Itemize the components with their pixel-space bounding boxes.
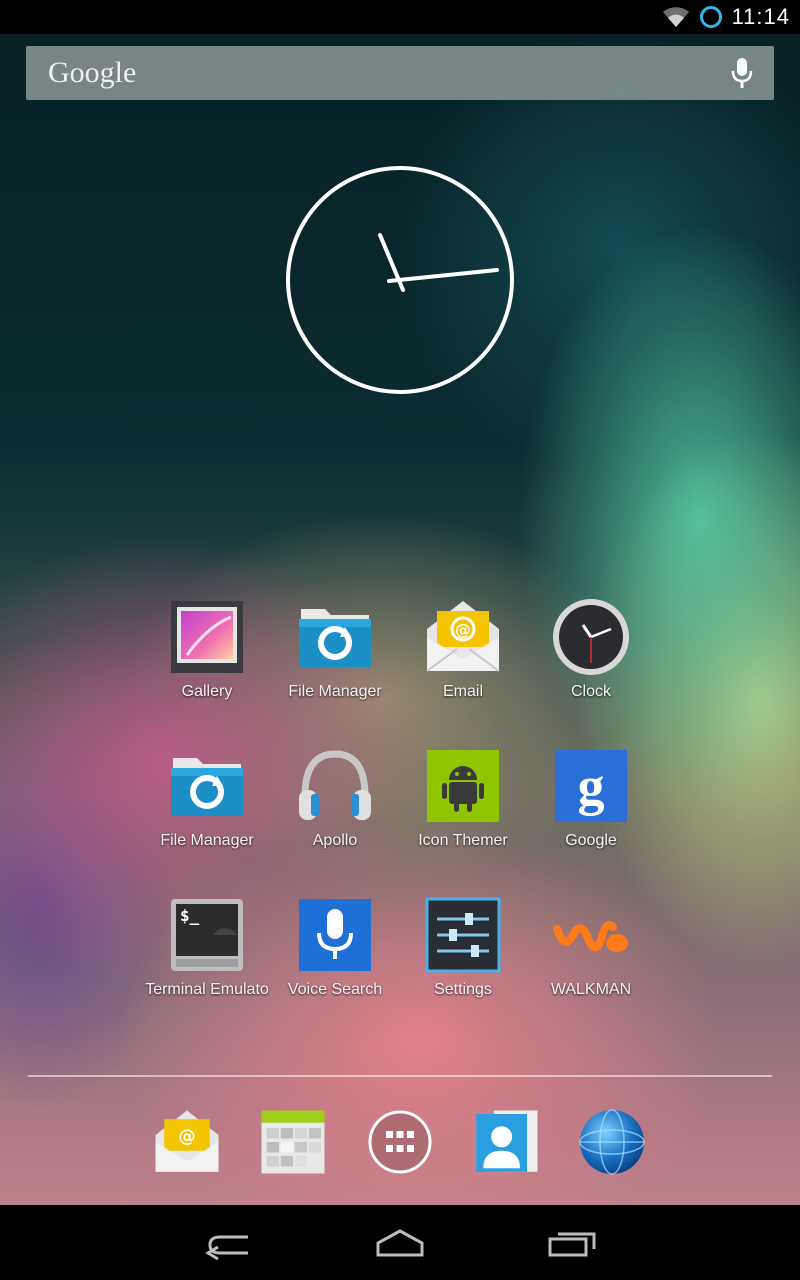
sync-icon [699,6,722,28]
folder-sync-icon [295,597,375,677]
wifi-icon [662,7,689,27]
dock-divider [28,1075,772,1077]
app-icon-themer[interactable]: Icon Themer [399,746,527,850]
app-label: WALKMAN [550,981,632,998]
app-drawer-icon [368,1110,432,1174]
folder-sync-icon [167,746,247,826]
back-icon[interactable] [198,1225,258,1261]
app-label: Terminal Emulato [145,981,269,998]
app-label: Clock [570,683,611,700]
dock-app-drawer[interactable] [365,1107,435,1177]
svg-text:@: @ [455,620,471,639]
browser-globe-icon [579,1109,645,1175]
app-label: Email [442,683,483,700]
app-label: File Manager [288,683,382,700]
app-label: File Manager [160,832,254,849]
dock-browser[interactable] [577,1107,647,1177]
svg-text:$_: $_ [180,906,200,925]
contacts-icon [476,1110,538,1172]
app-label: Icon Themer [418,832,508,849]
dock-calendar[interactable] [258,1107,328,1177]
app-terminal-emulator[interactable]: $_ Terminal Emulato [143,895,271,999]
dock-contacts[interactable] [471,1107,541,1177]
dock-email[interactable]: @ [152,1107,222,1177]
navigation-bar [0,1205,800,1280]
recent-apps-icon[interactable] [542,1225,602,1261]
google-logo: Google [48,56,137,89]
email-icon: @ [423,597,503,677]
app-label: Voice Search [287,981,383,998]
email-icon: @ [155,1110,219,1172]
home-icon[interactable] [370,1225,430,1261]
analog-clock-widget[interactable] [285,165,515,395]
google-search-bar[interactable]: Google [26,46,774,100]
microphone-icon[interactable] [730,57,754,89]
app-file-manager[interactable]: File Manager [271,597,399,701]
clock-icon [551,597,631,677]
sliders-icon [423,895,503,975]
app-settings[interactable]: Settings [399,895,527,999]
app-file-manager-2[interactable]: File Manager [143,746,271,850]
app-label: Settings [434,981,492,998]
app-gallery[interactable]: Gallery [143,597,271,701]
app-walkman[interactable]: WALKMAN [527,895,655,999]
microphone-icon [295,895,375,975]
status-bar: 11:14 [0,0,800,34]
app-clock[interactable]: Clock [527,597,655,701]
app-label: Gallery [181,683,233,700]
google-g-icon: g [551,746,631,826]
android-icon [423,746,503,826]
minute-hand [387,268,499,283]
walkman-icon [551,895,631,975]
svg-text:g: g [578,756,605,816]
app-apollo[interactable]: Apollo [271,746,399,850]
app-label: Google [565,832,617,849]
app-email[interactable]: @ Email [399,597,527,701]
headphones-icon [295,746,375,826]
gallery-icon [167,597,247,677]
app-google[interactable]: g Google [527,746,655,850]
status-time: 11:14 [731,4,790,29]
app-label: Apollo [312,832,358,849]
app-voice-search[interactable]: Voice Search [271,895,399,999]
terminal-icon: $_ [167,895,247,975]
calendar-icon [261,1110,325,1174]
svg-text:@: @ [178,1127,196,1147]
